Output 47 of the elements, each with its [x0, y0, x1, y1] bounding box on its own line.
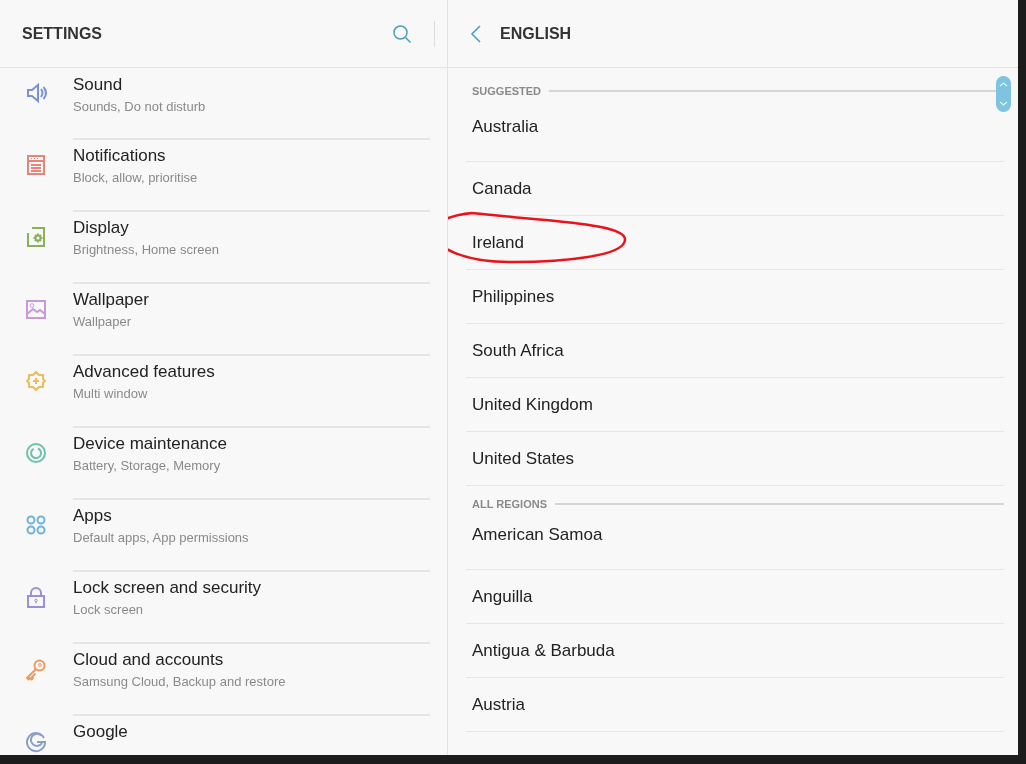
region-item[interactable]: Ireland: [466, 216, 1004, 270]
region-item[interactable]: Austria: [466, 678, 1004, 732]
search-icon: [392, 23, 412, 44]
item-title: Lock screen and security: [73, 578, 263, 598]
item-subtitle: Samsung Cloud, Backup and restore: [73, 674, 287, 689]
item-subtitle: Block, allow, prioritise: [73, 170, 199, 185]
settings-item[interactable]: Advanced features Multi window: [0, 356, 447, 428]
item-subtitle: Sounds, Do not disturb: [73, 99, 207, 114]
item-subtitle: Default apps, App permissions: [73, 530, 250, 545]
item-title: Notifications: [73, 146, 167, 166]
item-title: Apps: [73, 506, 113, 526]
item-title: Device maintenance: [73, 434, 229, 454]
settings-item[interactable]: Sound Sounds, Do not disturb: [0, 68, 447, 140]
region-item[interactable]: United Kingdom: [466, 378, 1004, 432]
region-item[interactable]: Antigua & Barbuda: [466, 624, 1004, 678]
settings-item[interactable]: Wallpaper Wallpaper: [0, 284, 447, 356]
item-title: Display: [73, 218, 130, 238]
region-item[interactable]: Canada: [466, 162, 1004, 216]
settings-item[interactable]: Display Brightness, Home screen: [0, 212, 447, 284]
item-title: Sound: [73, 75, 124, 95]
item-subtitle: Brightness, Home screen: [73, 242, 220, 257]
region-item[interactable]: South Africa: [466, 324, 1004, 378]
back-icon: [470, 24, 482, 43]
settings-title: SETTINGS: [22, 24, 103, 43]
item-subtitle: Battery, Storage, Memory: [73, 458, 222, 473]
settings-item[interactable]: Cloud and accounts Samsung Cloud, Backup and restore: [0, 644, 447, 716]
item-title: Advanced features: [73, 362, 216, 382]
section-header: SUGGESTED: [472, 85, 542, 97]
settings-item[interactable]: Google: [0, 716, 447, 755]
item-title: Google: [73, 722, 129, 742]
settings-item[interactable]: Notifications Block, allow, prioritise: [0, 140, 447, 212]
page-title: ENGLISH: [500, 24, 572, 43]
settings-item[interactable]: Apps Default apps, App permissions: [0, 500, 447, 572]
item-subtitle: Multi window: [73, 386, 149, 401]
region-item[interactable]: American Samoa: [466, 522, 1004, 570]
item-subtitle: Lock screen: [73, 602, 145, 617]
settings-item[interactable]: Lock screen and security Lock screen: [0, 572, 447, 644]
item-title: Wallpaper: [73, 290, 150, 310]
scroll-thumb[interactable]: [996, 76, 1011, 112]
region-item[interactable]: Australia: [466, 114, 1004, 162]
item-subtitle: Wallpaper: [73, 314, 133, 329]
region-item[interactable]: Anguilla: [466, 570, 1004, 624]
settings-item[interactable]: Device maintenance Battery, Storage, Memory: [0, 428, 447, 500]
region-item[interactable]: United States: [466, 432, 1004, 486]
region-item[interactable]: Philippines: [466, 270, 1004, 324]
item-title: Cloud and accounts: [73, 650, 225, 670]
section-header: ALL REGIONS: [472, 498, 547, 510]
